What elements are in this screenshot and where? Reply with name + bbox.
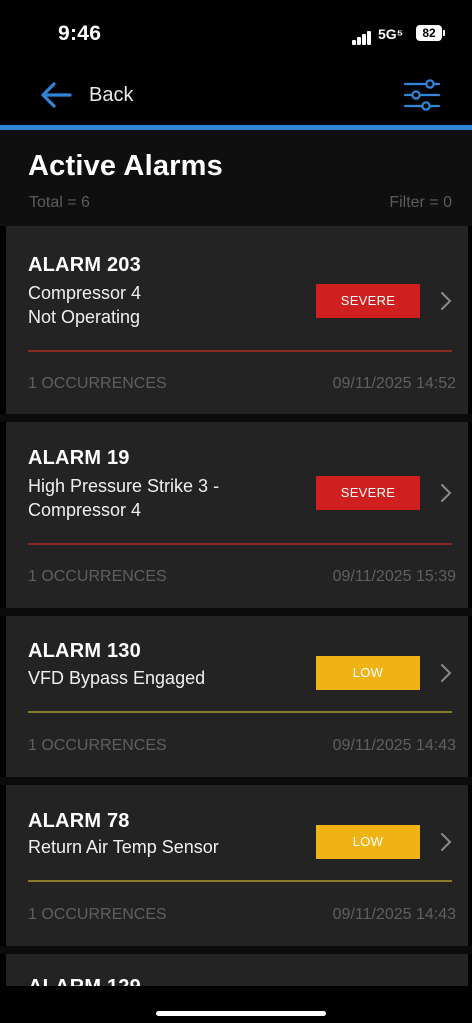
alarm-description-line: Not Operating bbox=[28, 307, 141, 327]
severity-badge: LOW bbox=[316, 656, 420, 690]
severity-badge: SEVERE bbox=[316, 476, 420, 510]
sliders-icon[interactable] bbox=[402, 76, 442, 114]
card-divider bbox=[0, 777, 472, 785]
occurrence-count: 1 OCCURRENCES bbox=[28, 375, 167, 392]
alarm-description: Compressor 4 Not Operating bbox=[28, 281, 298, 329]
occurrence-count: 1 OCCURRENCES bbox=[28, 737, 167, 754]
battery-cap bbox=[443, 30, 445, 36]
alarm-card[interactable]: ALARM 19 High Pressure Strike 3 - Compre… bbox=[6, 422, 468, 608]
alarm-card[interactable]: ALARM 129 bbox=[6, 954, 468, 986]
chevron-right-icon bbox=[441, 484, 452, 502]
card-divider bbox=[0, 414, 472, 422]
alarm-id: ALARM 203 bbox=[28, 254, 141, 276]
home-indicator[interactable] bbox=[156, 1011, 326, 1016]
alarm-description-line: High Pressure Strike 3 - bbox=[28, 476, 220, 496]
alarm-timestamp: 09/11/2025 14:43 bbox=[332, 906, 456, 923]
page-header: Active Alarms Total = 6 Filter = 0 bbox=[0, 130, 472, 226]
alarm-card[interactable]: ALARM 130 VFD Bypass Engaged LOW 1 OCCUR… bbox=[6, 616, 468, 777]
chevron-right-icon bbox=[441, 664, 452, 682]
clock: 9:46 bbox=[58, 22, 102, 45]
alarm-description: High Pressure Strike 3 - Compressor 4 bbox=[28, 474, 298, 522]
alarm-id: ALARM 19 bbox=[28, 447, 130, 469]
occurrence-count: 1 OCCURRENCES bbox=[28, 906, 167, 923]
alarm-description-line: Compressor 4 bbox=[28, 283, 142, 303]
card-divider bbox=[0, 608, 472, 616]
network-type: 5G⁵ bbox=[378, 26, 404, 42]
total-count: Total = 6 bbox=[29, 194, 90, 211]
alarm-id: ALARM 130 bbox=[28, 640, 141, 662]
arrow-left-icon bbox=[41, 82, 72, 108]
alarm-description: Return Air Temp Sensor bbox=[28, 835, 298, 859]
alarm-card[interactable]: ALARM 203 Compressor 4 Not Operating SEV… bbox=[6, 226, 468, 414]
card-divider bbox=[0, 946, 472, 954]
alarm-list[interactable]: ALARM 203 Compressor 4 Not Operating SEV… bbox=[0, 226, 472, 986]
filter-count: Filter = 0 bbox=[389, 194, 452, 211]
back-button[interactable]: Back bbox=[40, 78, 150, 112]
alarm-description: VFD Bypass Engaged bbox=[28, 666, 298, 690]
chevron-right-icon bbox=[441, 833, 452, 851]
severity-rule bbox=[28, 711, 452, 713]
nav-bar: Back bbox=[0, 66, 472, 126]
back-label: Back bbox=[89, 83, 134, 106]
battery-icon: 82 bbox=[416, 25, 442, 41]
severity-rule bbox=[28, 880, 452, 882]
alarm-timestamp: 09/11/2025 14:52 bbox=[332, 375, 456, 392]
severity-badge: SEVERE bbox=[316, 284, 420, 318]
severity-badge: LOW bbox=[316, 825, 420, 859]
alarm-description-line: VFD Bypass Engaged bbox=[28, 668, 206, 688]
alarm-card[interactable]: ALARM 78 Return Air Temp Sensor LOW 1 OC… bbox=[6, 785, 468, 946]
page-title: Active Alarms bbox=[28, 150, 223, 182]
severity-rule bbox=[28, 350, 452, 352]
occurrence-count: 1 OCCURRENCES bbox=[28, 568, 167, 585]
alarm-id: ALARM 78 bbox=[28, 810, 130, 832]
alarm-timestamp: 09/11/2025 15:39 bbox=[332, 568, 456, 585]
signal-icon bbox=[352, 31, 374, 45]
alarm-description-line: Compressor 4 bbox=[28, 500, 142, 520]
alarm-timestamp: 09/11/2025 14:43 bbox=[332, 737, 456, 754]
alarm-id: ALARM 129 bbox=[28, 976, 141, 986]
severity-rule bbox=[28, 543, 452, 545]
alarm-description-line: Return Air Temp Sensor bbox=[28, 837, 219, 857]
chevron-right-icon bbox=[441, 292, 452, 310]
status-bar: 9:46 5G⁵ 82 bbox=[0, 0, 472, 66]
bottom-bar bbox=[0, 986, 472, 1023]
